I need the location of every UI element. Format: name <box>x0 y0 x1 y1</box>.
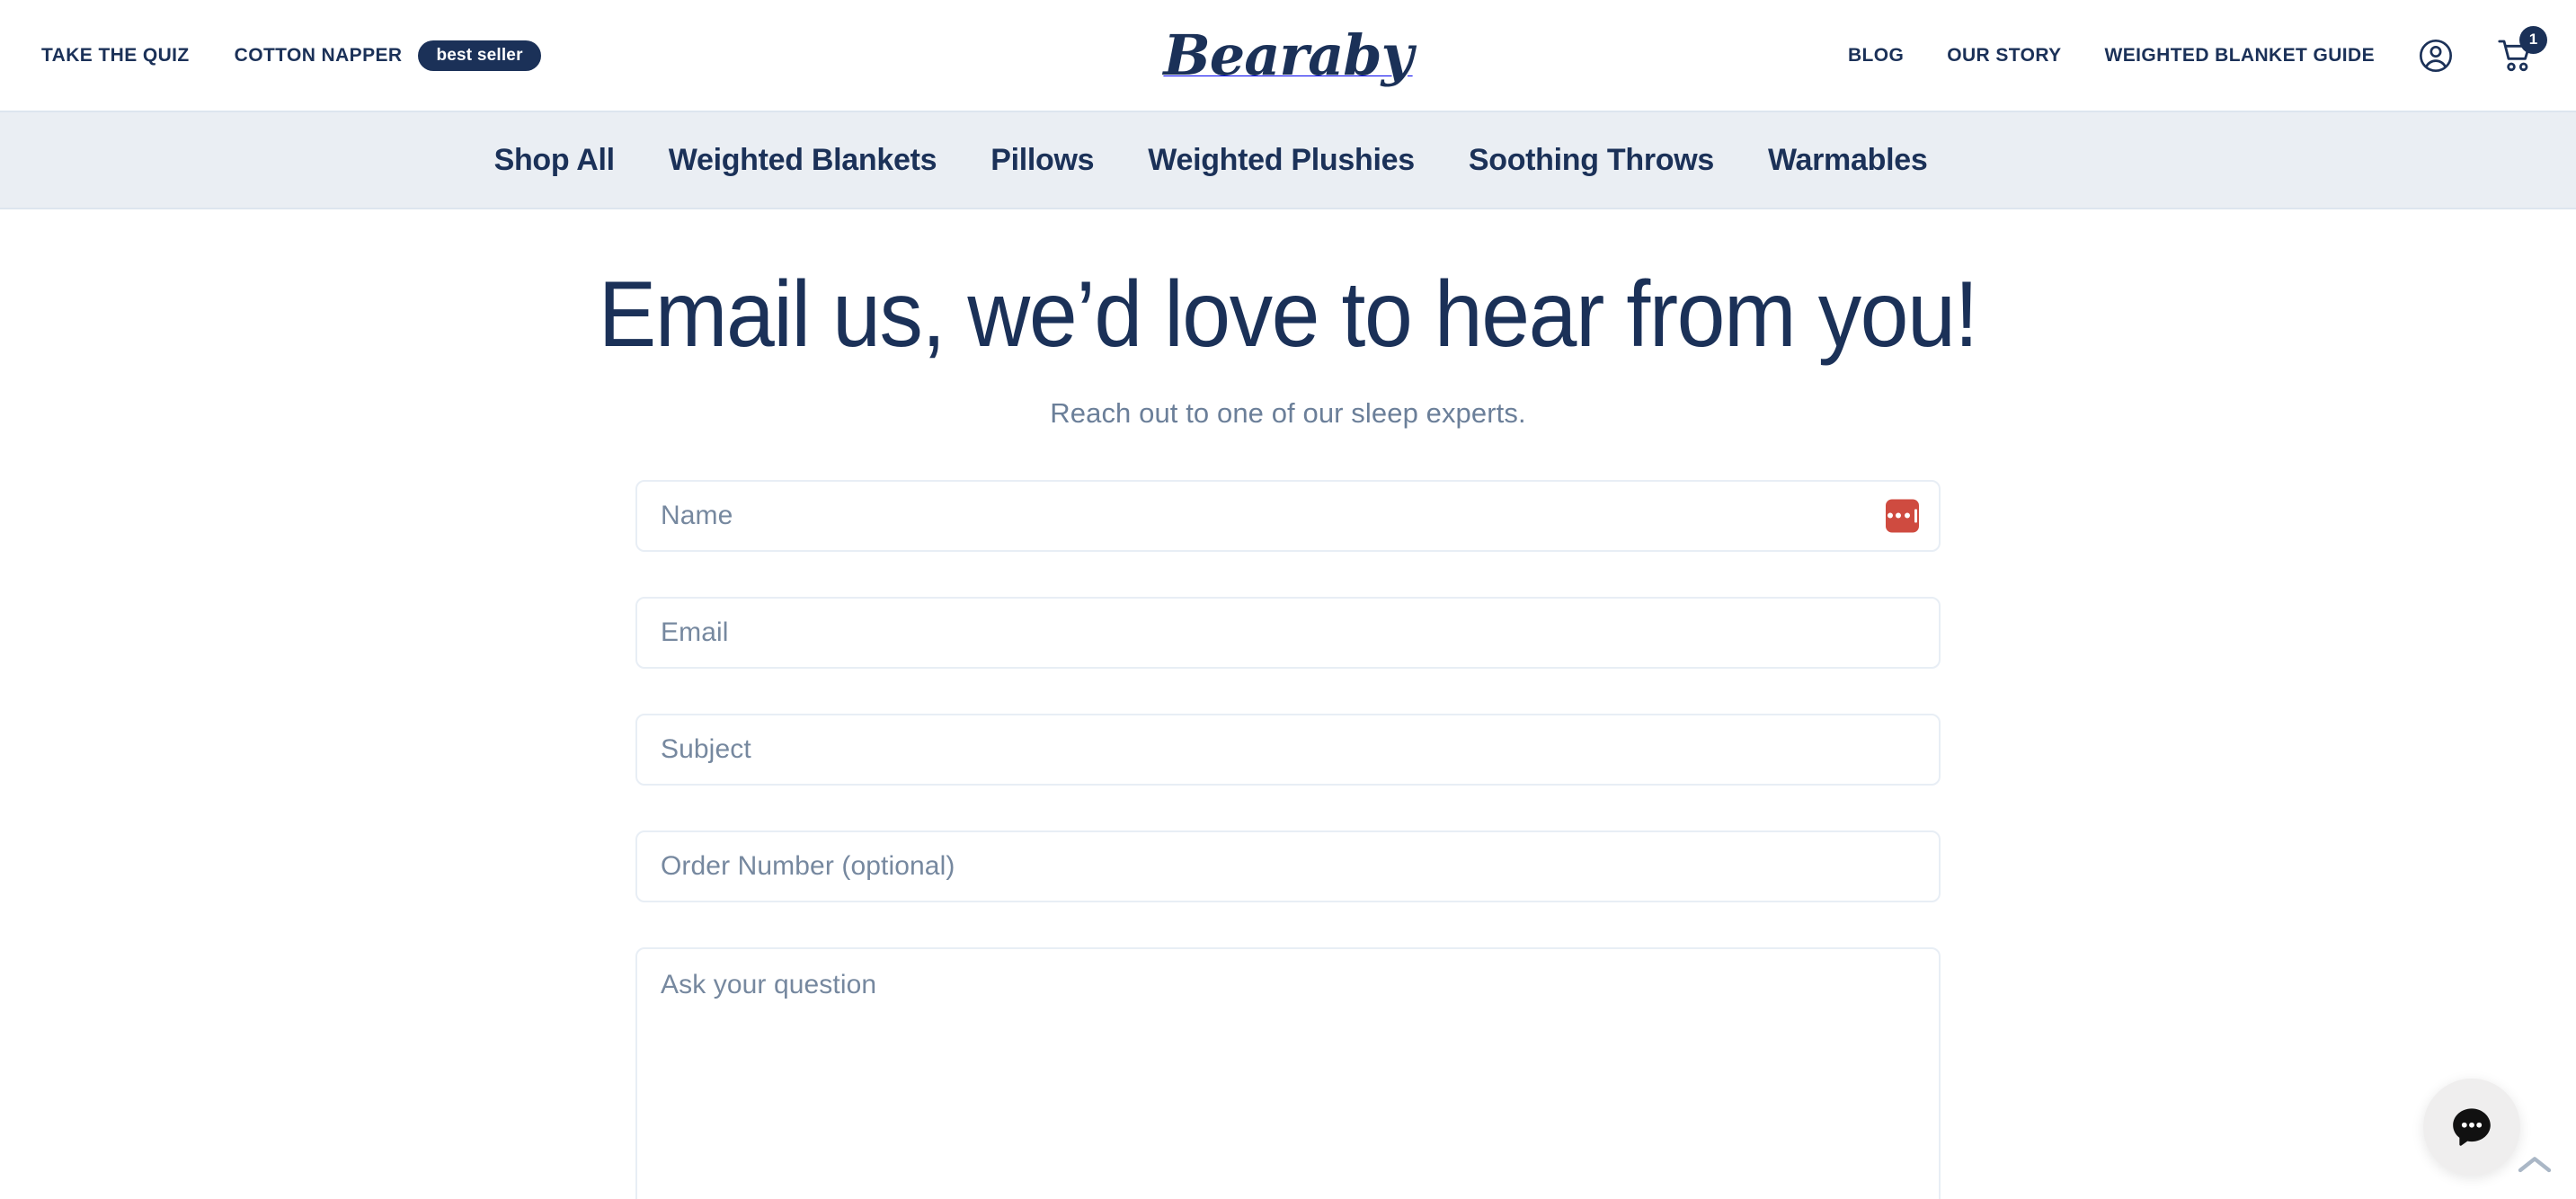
order-number-field-placeholder: Order Number (optional) <box>661 850 955 881</box>
weighted-blanket-guide-link[interactable]: WEIGHTED BLANKET GUIDE <box>2105 45 2375 67</box>
question-textarea[interactable]: Ask your question <box>635 946 1941 1199</box>
nav-item-shop-all[interactable]: Shop All <box>494 143 616 178</box>
name-field[interactable]: Name <box>635 479 1941 552</box>
nav-item-soothing-throws[interactable]: Soothing Throws <box>1469 143 1714 178</box>
chat-bubble-icon <box>2453 1108 2491 1146</box>
email-field[interactable]: Email <box>635 596 1941 669</box>
chat-widget-button[interactable] <box>2423 1079 2520 1176</box>
category-nav-items: Shop All Weighted Blankets Pillows Weigh… <box>494 143 1928 178</box>
lastpass-autofill-icon[interactable] <box>1886 499 1919 533</box>
chevron-up-icon <box>2518 1157 2552 1173</box>
cotton-napper-group: COTTON NAPPER best seller <box>235 40 541 71</box>
shopping-cart-icon[interactable]: 1 <box>2497 25 2547 74</box>
autofill-dot <box>1904 512 1910 519</box>
header-left-links: TAKE THE QUIZ COTTON NAPPER best seller <box>41 0 541 111</box>
site-header: TAKE THE QUIZ COTTON NAPPER best seller … <box>0 0 2576 111</box>
page-title: Email us, we’d love to hear from you! <box>598 262 1979 367</box>
autofill-cursor-bar <box>1914 509 1918 523</box>
scroll-to-top-button[interactable] <box>2513 1147 2556 1183</box>
blog-link[interactable]: BLOG <box>1848 45 1904 67</box>
bearaby-logo[interactable]: Bearaby <box>1163 27 1413 84</box>
our-story-link[interactable]: OUR STORY <box>1947 45 2061 67</box>
question-textarea-placeholder: Ask your question <box>661 969 877 999</box>
nav-item-weighted-blankets[interactable]: Weighted Blankets <box>669 143 937 178</box>
take-the-quiz-link[interactable]: TAKE THE QUIZ <box>41 45 190 67</box>
contact-form: Name Email Subject Order Number (optiona… <box>635 479 1941 1199</box>
page-subtitle: Reach out to one of our sleep experts. <box>1050 396 1526 429</box>
nav-item-warmables[interactable]: Warmables <box>1768 143 1928 178</box>
email-field-placeholder: Email <box>661 617 729 647</box>
account-circle-icon[interactable] <box>2418 38 2454 74</box>
order-number-field[interactable]: Order Number (optional) <box>635 830 1941 902</box>
name-field-placeholder: Name <box>661 500 733 530</box>
cotton-napper-link[interactable]: COTTON NAPPER <box>235 45 403 67</box>
autofill-dot <box>1887 512 1893 519</box>
header-right-links: BLOG OUR STORY WEIGHTED BLANKET GUIDE 1 <box>1848 0 2547 111</box>
nav-item-pillows[interactable]: Pillows <box>990 143 1094 178</box>
logo-wordmark: Bearaby <box>1163 22 1413 88</box>
best-seller-badge[interactable]: best seller <box>418 40 541 71</box>
category-nav: Shop All Weighted Blankets Pillows Weigh… <box>0 111 2576 209</box>
subject-field-placeholder: Subject <box>661 733 751 764</box>
main-content: Email us, we’d love to hear from you! Re… <box>0 209 2576 1199</box>
cart-count-badge: 1 <box>2519 25 2547 54</box>
autofill-dot <box>1896 512 1902 519</box>
nav-item-weighted-plushies[interactable]: Weighted Plushies <box>1148 143 1415 178</box>
subject-field[interactable]: Subject <box>635 713 1941 786</box>
